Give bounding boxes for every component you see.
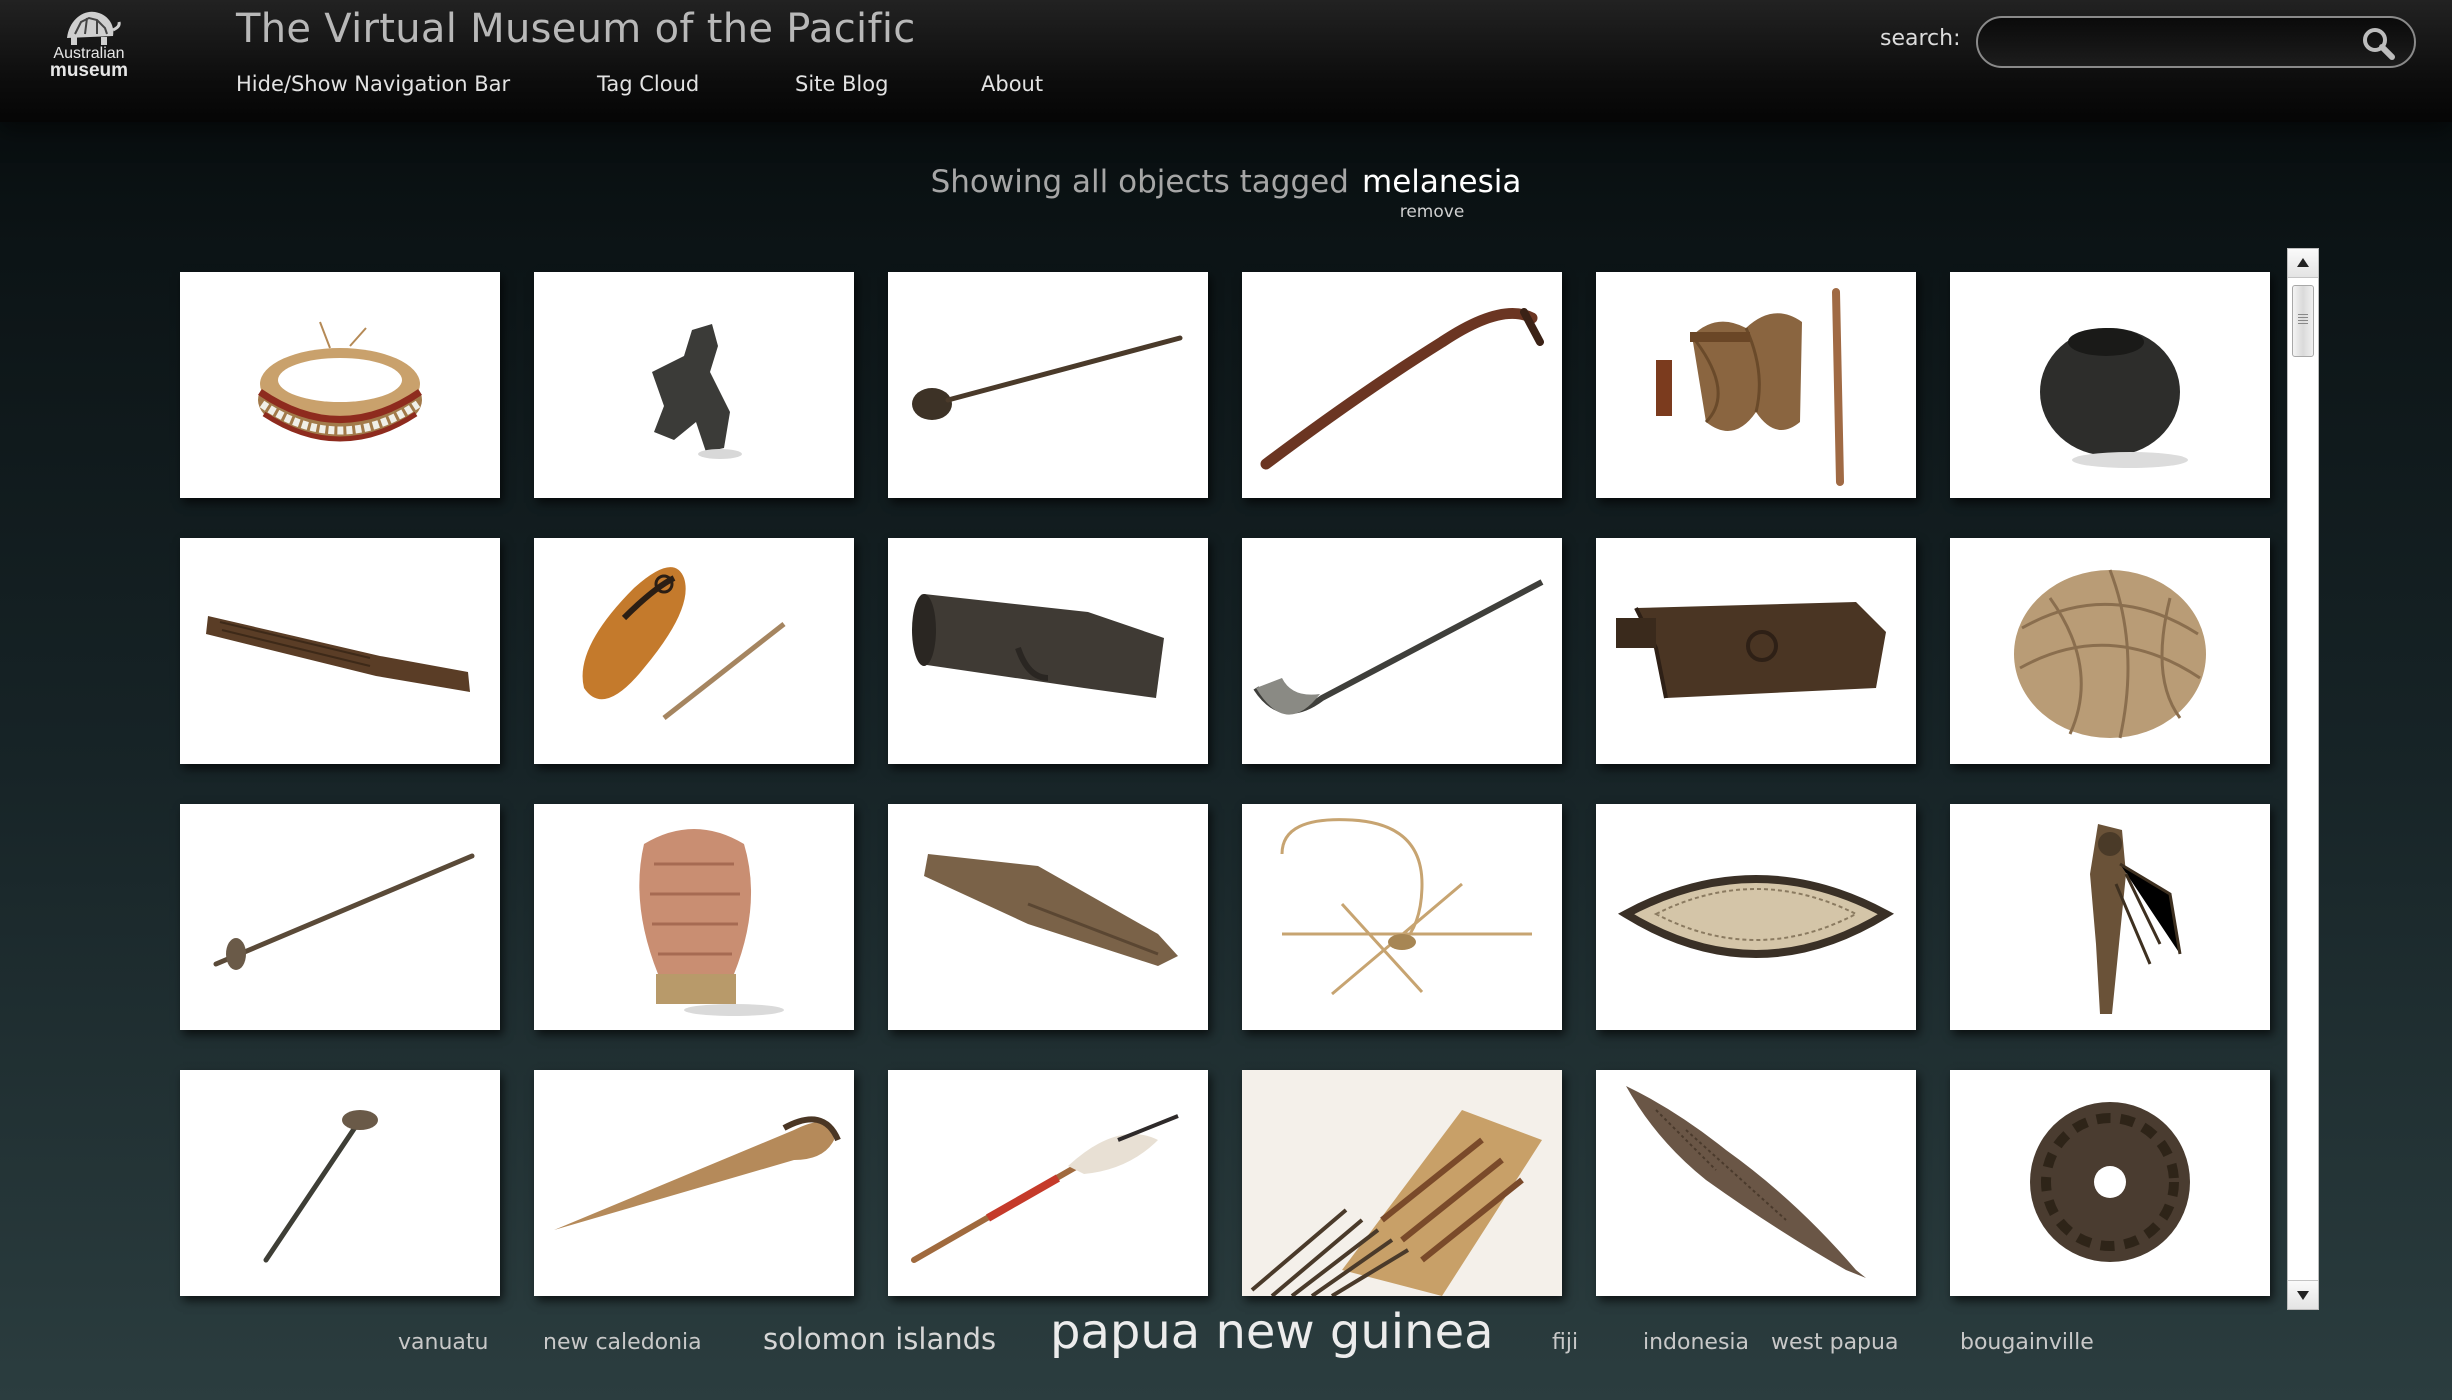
bone-dagger-image — [1253, 579, 1544, 715]
object-thumbnail[interactable] — [534, 1070, 854, 1296]
wooden-drum-image — [912, 594, 1164, 698]
tag-cloud-item-west-papua[interactable]: west papua — [1771, 1330, 1898, 1355]
carved-figure-image — [2090, 824, 2182, 1014]
object-thumbnail[interactable] — [1242, 1070, 1562, 1296]
object-thumbnail[interactable] — [534, 538, 854, 764]
nav-tag-cloud[interactable]: Tag Cloud — [597, 72, 699, 96]
bone-awl-image — [554, 1116, 841, 1230]
spoon-ladle-image — [912, 335, 1183, 420]
wooden-paddle-image — [924, 854, 1178, 966]
pump-drill-image — [263, 1110, 378, 1263]
object-thumbnail[interactable] — [888, 1070, 1208, 1296]
scroll-thumb[interactable] — [2292, 285, 2314, 357]
object-thumbnail[interactable] — [888, 272, 1208, 498]
object-thumbnail[interactable] — [1242, 272, 1562, 498]
nav-site-blog[interactable]: Site Blog — [795, 72, 888, 96]
site-title[interactable]: The Virtual Museum of the Pacific — [236, 6, 916, 52]
nav-about[interactable]: About — [981, 72, 1043, 96]
search-input[interactable] — [1996, 26, 2340, 60]
tortoise-logo-icon — [67, 11, 121, 45]
walking-stick-image — [1260, 307, 1544, 470]
nav-hide-show-navigation-bar[interactable]: Hide/Show Navigation Bar — [236, 72, 510, 96]
remove-tag-link[interactable]: remove — [1372, 202, 1492, 222]
object-thumbnail[interactable] — [534, 272, 854, 498]
crocodile-carving-image — [1626, 1086, 1866, 1278]
object-thumbnail[interactable] — [1242, 538, 1562, 764]
tag-cloud-item-bougainville[interactable]: bougainville — [1960, 1330, 2094, 1355]
object-thumbnail[interactable] — [1596, 272, 1916, 498]
search-label: search: — [1880, 26, 1961, 51]
feathered-arrow-image — [911, 1114, 1179, 1263]
tag-cloud-item-vanuatu[interactable]: vanuatu — [398, 1330, 488, 1355]
object-thumbnail[interactable] — [1596, 804, 1916, 1030]
woven-comb-image — [1242, 1070, 1562, 1296]
tag-cloud-item-fiji[interactable]: fiji — [1552, 1330, 1578, 1355]
header-bar: Australian museum The Virtual Museum of … — [0, 0, 2452, 122]
drill-spindle-image — [213, 853, 475, 970]
search-box — [1976, 16, 2416, 68]
stone-club-head-image — [2030, 1102, 2190, 1262]
object-thumbnail[interactable] — [1242, 804, 1562, 1030]
fibre-netting-tools-image — [1656, 288, 1844, 486]
spirit-trap-image — [1280, 818, 1532, 996]
object-thumbnail[interactable] — [888, 538, 1208, 764]
object-thumbnail[interactable] — [1950, 1070, 2270, 1296]
woven-shield-image — [1617, 875, 1895, 958]
object-thumbnail[interactable] — [1596, 538, 1916, 764]
filter-heading: Showing all objects tagged melanesia — [0, 164, 2452, 200]
scroll-up-arrow-icon[interactable] — [2288, 249, 2318, 278]
tag-cloud-item-indonesia[interactable]: indonesia — [1643, 1330, 1749, 1355]
filter-prefix: Showing all objects tagged — [930, 164, 1349, 200]
clay-pot-image — [2040, 328, 2188, 468]
object-thumbnail[interactable] — [180, 804, 500, 1030]
stone-figure-image — [652, 324, 742, 459]
woven-parcel-image — [2014, 569, 2206, 739]
tag-cloud-item-new-caledonia[interactable]: new caledonia — [543, 1330, 702, 1355]
object-thumbnail[interactable] — [1950, 272, 2270, 498]
australian-museum-logo[interactable]: Australian museum — [44, 4, 134, 82]
shell-armband-image — [258, 321, 422, 442]
logo-text-line2: museum — [49, 60, 129, 81]
object-thumbnail[interactable] — [1950, 538, 2270, 764]
tag-cloud-item-solomon-islands[interactable]: solomon islands — [763, 1322, 996, 1356]
filter-tag[interactable]: melanesia — [1362, 164, 1521, 200]
lime-gourd-spatula-image — [582, 567, 786, 720]
object-grid — [180, 272, 2270, 1296]
carved-box-image — [1616, 602, 1886, 699]
object-thumbnail[interactable] — [180, 272, 500, 498]
object-thumbnail[interactable] — [180, 538, 500, 764]
object-thumbnail[interactable] — [180, 1070, 500, 1296]
object-thumbnail[interactable] — [534, 804, 854, 1030]
tag-cloud-item-papua-new-guinea[interactable]: papua new guinea — [1050, 1304, 1494, 1360]
search-icon[interactable] — [2358, 24, 2398, 62]
wooden-club-image — [206, 616, 470, 692]
woven-basket-image — [639, 829, 784, 1016]
scroll-down-arrow-icon[interactable] — [2288, 1280, 2318, 1309]
object-thumbnail[interactable] — [1596, 1070, 1916, 1296]
vertical-scrollbar[interactable] — [2287, 248, 2319, 1310]
object-thumbnail[interactable] — [888, 804, 1208, 1030]
object-thumbnail[interactable] — [1950, 804, 2270, 1030]
